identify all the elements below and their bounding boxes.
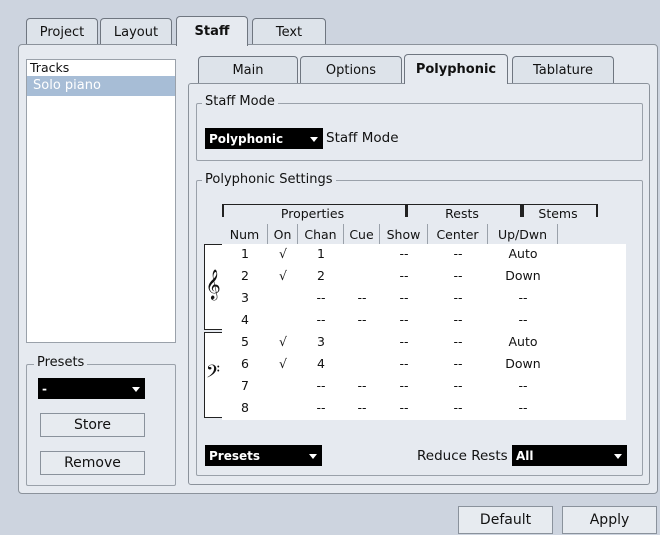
cell-center[interactable]: --	[428, 400, 488, 415]
tracks-list[interactable]	[26, 59, 176, 343]
cell-show[interactable]: --	[380, 400, 428, 415]
cell-center[interactable]: --	[428, 334, 488, 349]
poly-presets-select-value: Presets	[209, 448, 261, 463]
cell-show[interactable]: --	[380, 268, 428, 283]
col-cue: Cue	[344, 224, 380, 244]
subtab-options[interactable]: Options	[300, 56, 402, 84]
cell-center[interactable]: --	[428, 246, 488, 261]
tab-project[interactable]: Project	[26, 18, 98, 46]
cell-on[interactable]: √	[268, 268, 298, 283]
reduce-rests-select[interactable]: All	[512, 445, 627, 466]
chevron-down-icon	[309, 453, 317, 459]
cell-cue[interactable]: --	[344, 312, 380, 327]
remove-button[interactable]: Remove	[40, 451, 145, 475]
polyphonic-settings-label: Polyphonic Settings	[202, 172, 336, 187]
cell-num[interactable]: 3	[222, 290, 268, 305]
cell-stem[interactable]: Down	[488, 268, 558, 283]
staff-mode-select-value: Polyphonic	[209, 131, 284, 146]
staff-mode-select[interactable]: Polyphonic	[205, 128, 323, 149]
cell-stem[interactable]: --	[488, 400, 558, 415]
col-on: On	[268, 224, 298, 244]
col-show: Show	[380, 224, 428, 244]
cell-chan[interactable]: --	[298, 290, 344, 305]
cell-chan[interactable]: 4	[298, 356, 344, 371]
col-center: Center	[428, 224, 488, 244]
cell-chan[interactable]: 2	[298, 268, 344, 283]
cell-on[interactable]: √	[268, 246, 298, 261]
reduce-rests-label: Reduce Rests	[417, 448, 508, 464]
cell-center[interactable]: --	[428, 378, 488, 393]
properties-header: Properties	[280, 206, 345, 221]
chevron-down-icon	[310, 136, 318, 142]
cell-center[interactable]: --	[428, 290, 488, 305]
cell-on[interactable]: √	[268, 356, 298, 371]
tracks-header: Tracks	[30, 60, 70, 75]
column-header-row: Num On Chan Cue Show Center Up/Dwn	[222, 224, 626, 245]
tab-layout[interactable]: Layout	[100, 18, 172, 46]
cell-num[interactable]: 6	[222, 356, 268, 371]
default-button[interactable]: Default	[458, 506, 553, 534]
staff-mode-group-label: Staff Mode	[202, 94, 278, 109]
cell-stem[interactable]: Auto	[488, 246, 558, 261]
tab-staff[interactable]: Staff	[176, 16, 248, 46]
chevron-down-icon	[614, 453, 622, 459]
cell-chan[interactable]: 1	[298, 246, 344, 261]
cell-num[interactable]: 5	[222, 334, 268, 349]
cell-center[interactable]: --	[428, 312, 488, 327]
cell-center[interactable]: --	[428, 268, 488, 283]
apply-button[interactable]: Apply	[562, 506, 657, 534]
treble-clef-icon: 𝄞	[205, 270, 221, 300]
subtab-main[interactable]: Main	[198, 56, 298, 84]
cell-chan[interactable]: --	[298, 400, 344, 415]
cell-show[interactable]: --	[380, 312, 428, 327]
reduce-rests-select-value: All	[516, 448, 534, 463]
bass-clef-icon: 𝄢	[205, 362, 221, 387]
cell-show[interactable]: --	[380, 246, 428, 261]
track-item-label: Solo piano	[33, 78, 101, 93]
cell-stem[interactable]: --	[488, 312, 558, 327]
store-button[interactable]: Store	[40, 413, 145, 437]
preset-select[interactable]: -	[38, 378, 145, 399]
cell-show[interactable]: --	[380, 356, 428, 371]
cell-on[interactable]: √	[268, 334, 298, 349]
chevron-down-icon	[132, 386, 140, 392]
cell-num[interactable]: 4	[222, 312, 268, 327]
cell-num[interactable]: 1	[222, 246, 268, 261]
cell-cue[interactable]: --	[344, 290, 380, 305]
cell-show[interactable]: --	[380, 334, 428, 349]
cell-cue[interactable]: --	[344, 400, 380, 415]
col-num: Num	[222, 224, 268, 244]
cell-show[interactable]: --	[380, 290, 428, 305]
cell-num[interactable]: 2	[222, 268, 268, 283]
cell-num[interactable]: 8	[222, 400, 268, 415]
stems-header: Stems	[538, 206, 578, 221]
presets-group-label: Presets	[34, 355, 88, 370]
cell-chan[interactable]: 3	[298, 334, 344, 349]
cell-stem[interactable]: --	[488, 290, 558, 305]
cell-num[interactable]: 7	[222, 378, 268, 393]
preset-select-value: -	[42, 381, 47, 396]
subtab-tablature[interactable]: Tablature	[512, 56, 614, 84]
subtab-polyphonic[interactable]: Polyphonic	[404, 54, 508, 84]
rests-header: Rests	[445, 206, 479, 221]
cell-stem[interactable]: Down	[488, 356, 558, 371]
col-chan: Chan	[298, 224, 344, 244]
tab-text[interactable]: Text	[252, 18, 326, 46]
col-updwn: Up/Dwn	[488, 224, 558, 244]
cell-show[interactable]: --	[380, 378, 428, 393]
staff-mode-label: Staff Mode	[326, 130, 399, 146]
poly-presets-select[interactable]: Presets	[205, 445, 322, 466]
cell-center[interactable]: --	[428, 356, 488, 371]
cell-chan[interactable]: --	[298, 312, 344, 327]
cell-stem[interactable]: Auto	[488, 334, 558, 349]
cell-cue[interactable]: --	[344, 378, 380, 393]
cell-chan[interactable]: --	[298, 378, 344, 393]
cell-stem[interactable]: --	[488, 378, 558, 393]
